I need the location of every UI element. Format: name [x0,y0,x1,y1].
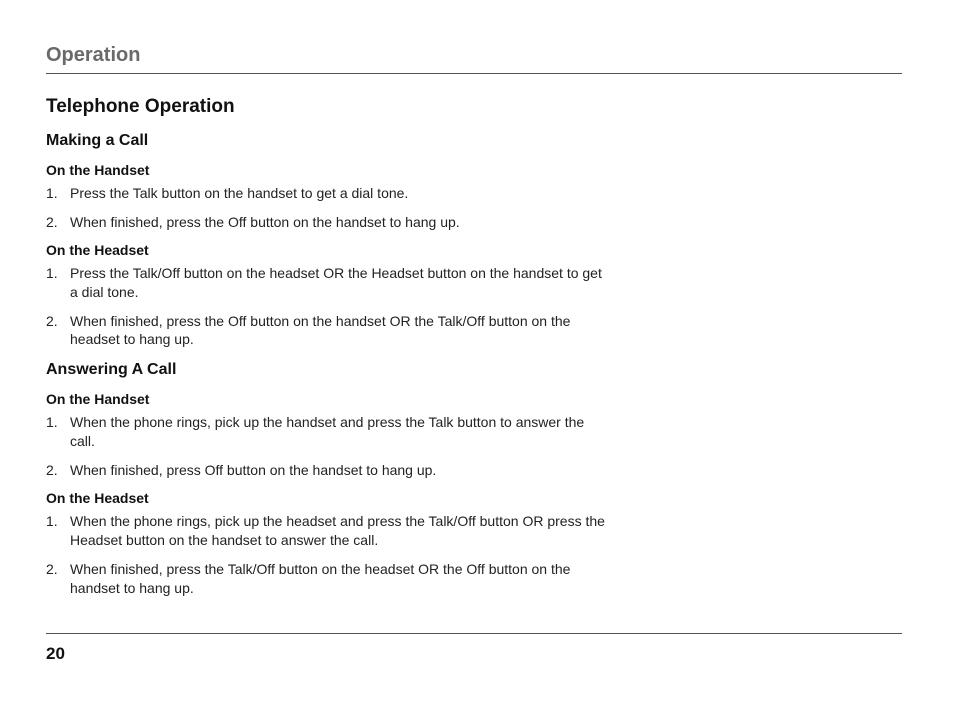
making-headset-title: On the Headset [46,242,902,258]
list-item: When finished, press the Off button on t… [46,312,606,350]
page-footer: 20 [46,633,902,664]
answering-handset-title: On the Handset [46,391,902,407]
chapter-header: Operation [46,44,902,74]
answering-headset-steps: When the phone rings, pick up the headse… [46,512,606,598]
list-item: Press the Talk button on the handset to … [46,184,606,203]
page-number: 20 [46,644,902,664]
making-call-title: Making a Call [46,132,902,150]
list-item: When finished, press the Off button on t… [46,213,606,232]
making-handset-steps: Press the Talk button on the handset to … [46,184,606,232]
making-headset-steps: Press the Talk/Off button on the headset… [46,264,606,350]
list-item: When finished, press the Talk/Off button… [46,560,606,598]
answering-call-title: Answering A Call [46,361,902,379]
list-item: Press the Talk/Off button on the headset… [46,264,606,302]
section-title: Telephone Operation [46,96,902,118]
making-handset-title: On the Handset [46,162,902,178]
list-item: When the phone rings, pick up the handse… [46,413,606,451]
list-item: When finished, press Off button on the h… [46,461,606,480]
page-content: Operation Telephone Operation Making a C… [0,0,954,598]
answering-headset-title: On the Headset [46,490,902,506]
answering-handset-steps: When the phone rings, pick up the handse… [46,413,606,480]
list-item: When the phone rings, pick up the headse… [46,512,606,550]
